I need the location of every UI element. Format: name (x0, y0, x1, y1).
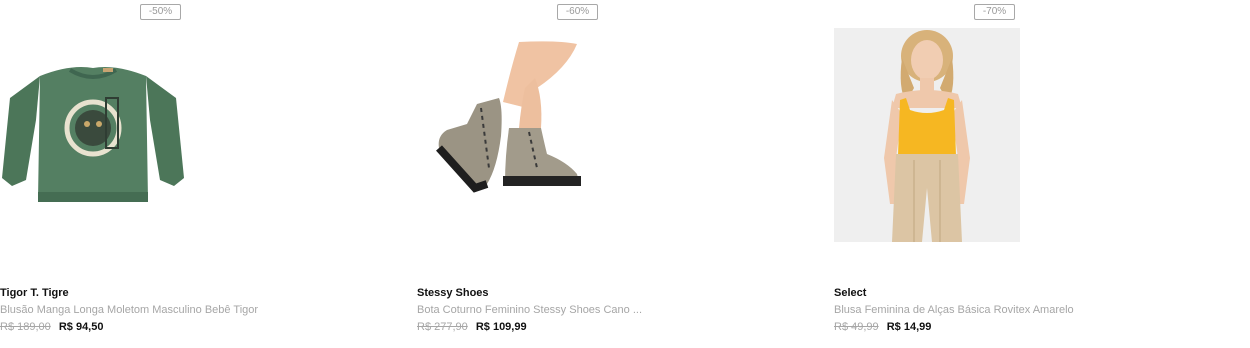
product-brand[interactable]: Select (834, 287, 866, 299)
new-price: R$ 109,99 (475, 321, 527, 333)
product-description[interactable]: Blusão Manga Longa Moletom Masculino Beb… (0, 304, 258, 316)
yellow-tank-top-model-image (884, 30, 970, 242)
product-description[interactable]: Bota Coturno Feminino Stessy Shoes Cano … (417, 304, 642, 316)
old-price: R$ 49,99 (834, 321, 879, 333)
product-prices: R$ 49,99 R$ 14,99 (834, 321, 931, 333)
product-description[interactable]: Blusa Feminina de Alças Básica Rovitex A… (834, 304, 1074, 316)
new-price: R$ 94,50 (58, 321, 104, 333)
product-card[interactable]: -60% Stessy Shoes Bota Coturno Feminino … (417, 0, 817, 348)
metallic-boots-image (436, 41, 581, 193)
product-card[interactable]: -50% Tigor T. Tigre Blusão Manga Longa M… (0, 0, 400, 348)
product-image[interactable] (0, 28, 186, 242)
product-prices: R$ 277,90 R$ 109,99 (417, 321, 527, 333)
discount-badge: -60% (557, 4, 598, 20)
old-price: R$ 277,90 (417, 321, 468, 333)
product-prices: R$ 189,00 R$ 94,50 (0, 321, 103, 333)
green-sweatshirt-image (2, 67, 184, 202)
discount-badge: -50% (140, 4, 181, 20)
product-card[interactable]: -70% Select Blusa Feminina de Alças Bási… (834, 0, 1234, 348)
product-image[interactable] (417, 28, 603, 242)
old-price: R$ 189,00 (0, 321, 51, 333)
discount-badge: -70% (974, 4, 1015, 20)
product-brand[interactable]: Tigor T. Tigre (0, 287, 69, 299)
product-image[interactable] (834, 28, 1020, 242)
new-price: R$ 14,99 (886, 321, 932, 333)
product-brand[interactable]: Stessy Shoes (417, 287, 489, 299)
